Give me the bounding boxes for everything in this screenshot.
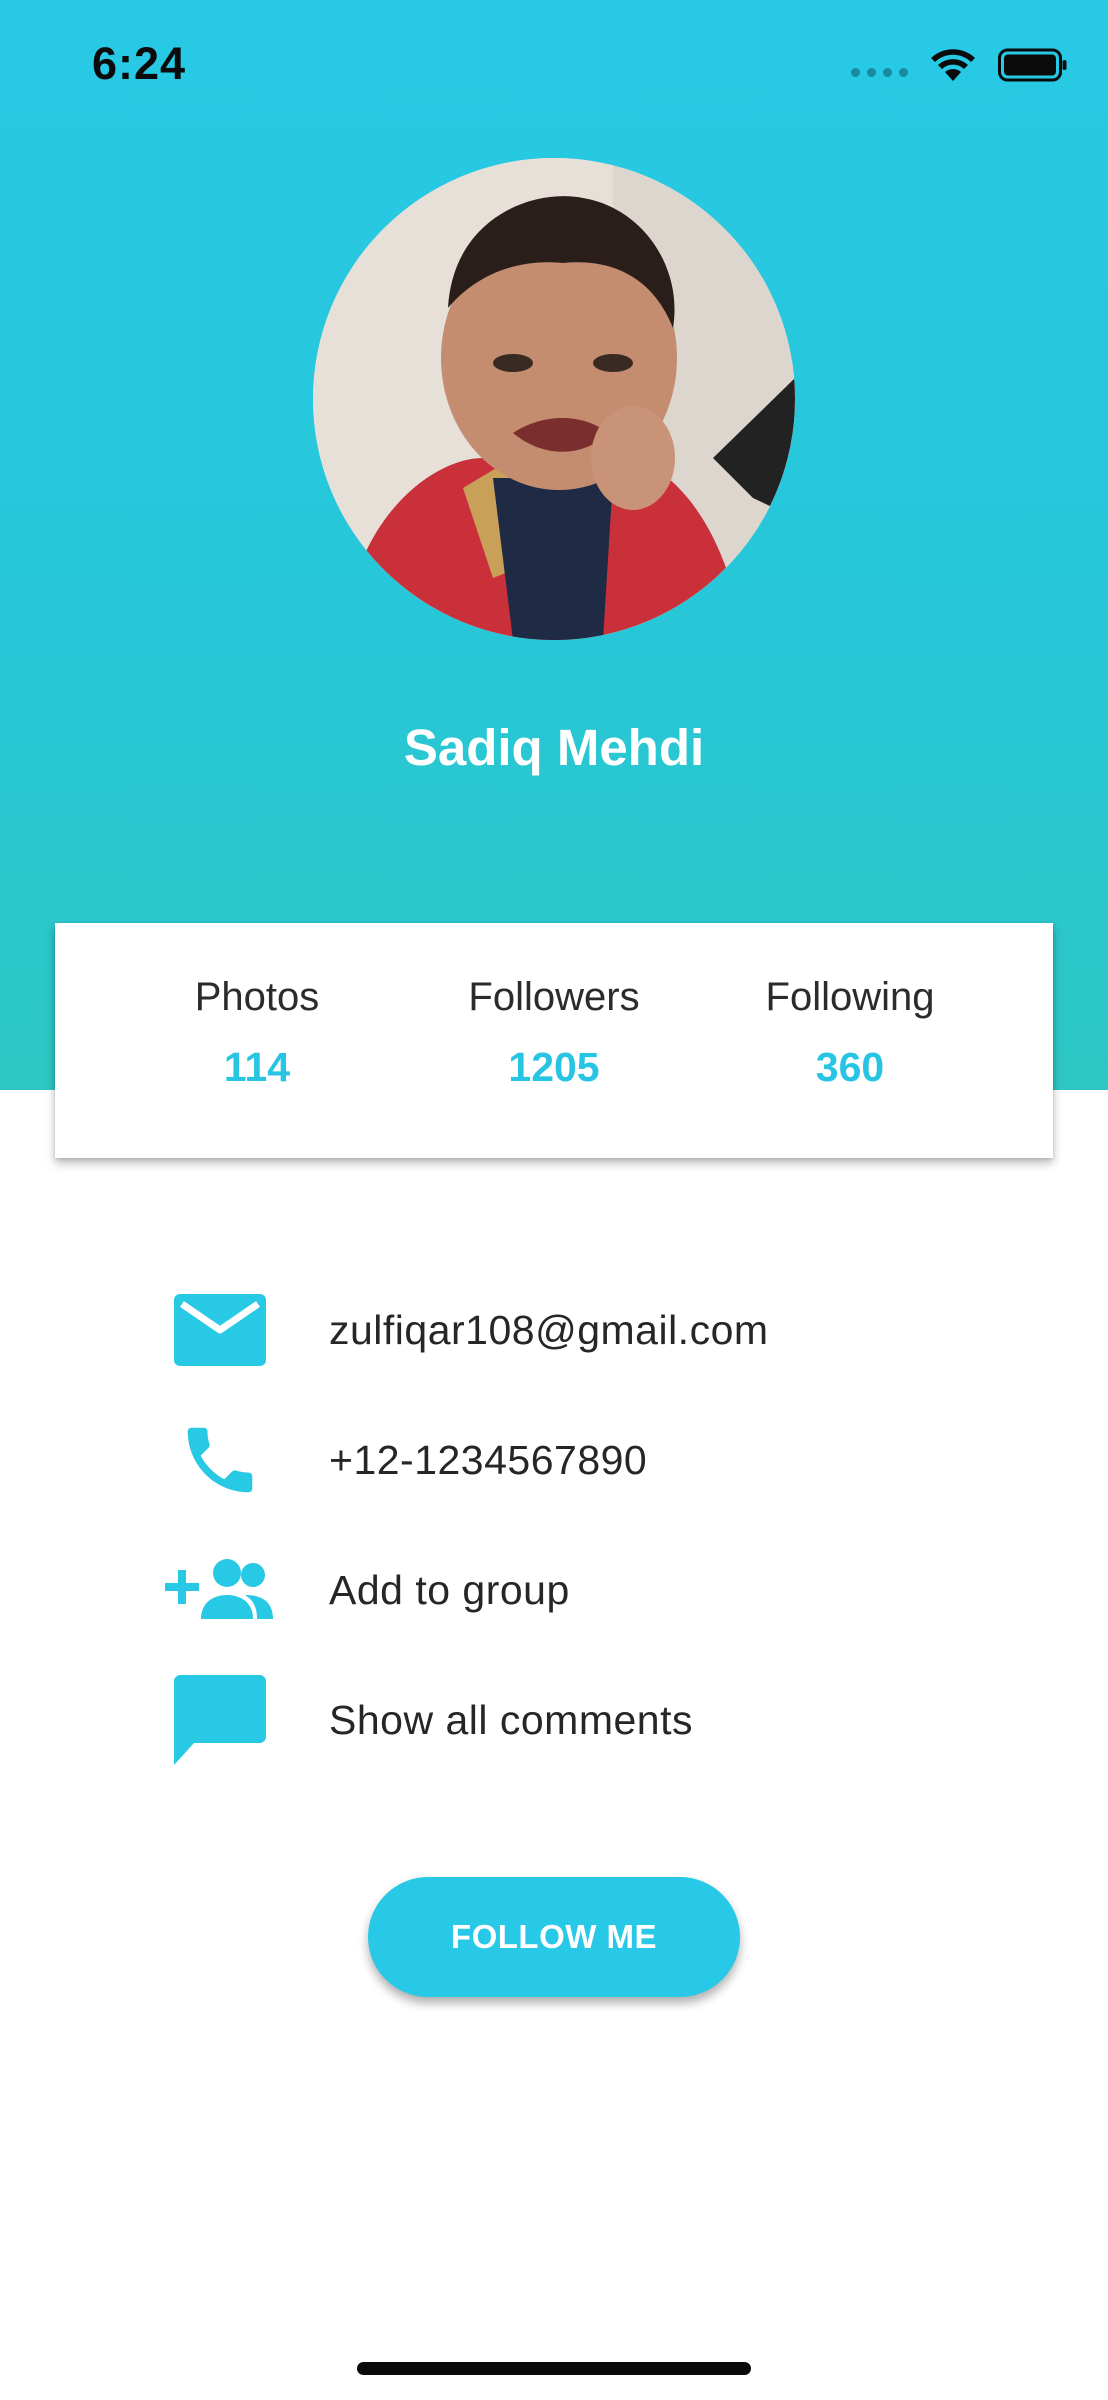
phone-icon [160,1410,280,1510]
stat-photos[interactable]: Photos 114 [107,977,407,1088]
info-row-phone[interactable]: +12-1234567890 [160,1410,1020,1510]
status-bar: 6:24 [0,0,1108,130]
stat-label: Following [765,975,935,1019]
group-add-icon [160,1540,280,1640]
stat-label: Followers [468,975,640,1019]
stat-following[interactable]: Following 360 [700,977,1000,1088]
stats-card: Photos 114 Followers 1205 Following 360 [55,923,1053,1158]
profile-screen: 6:24 Sadiq Mehdi Photos 114 Followers 12… [0,0,1108,2400]
stat-followers[interactable]: Followers 1205 [404,977,704,1088]
info-row-add-group[interactable]: Add to group [160,1540,1020,1640]
info-row-comments[interactable]: Show all comments [160,1670,1020,1770]
home-indicator[interactable] [357,2362,751,2375]
avatar[interactable] [313,158,795,640]
avatar-photo [313,158,795,640]
wifi-icon [931,49,975,81]
add-group-text: Add to group [329,1566,570,1613]
stat-value: 1205 [508,1044,600,1090]
stat-label: Photos [194,975,320,1019]
battery-icon [998,48,1067,82]
mail-icon [160,1280,280,1380]
stat-value: 114 [223,1044,291,1090]
email-text: zulfiqar108@gmail.com [329,1306,769,1353]
profile-name: Sadiq Mehdi [403,719,705,776]
signal-dots-icon [851,67,908,77]
comment-icon [160,1670,280,1770]
phone-text: +12-1234567890 [329,1436,648,1483]
status-time: 6:24 [92,38,187,89]
stat-value: 360 [815,1044,885,1090]
info-row-email[interactable]: zulfiqar108@gmail.com [160,1280,1020,1380]
follow-button[interactable]: FOLLOW ME [368,1877,740,1997]
comments-text: Show all comments [329,1696,693,1743]
status-icons [851,48,1068,82]
